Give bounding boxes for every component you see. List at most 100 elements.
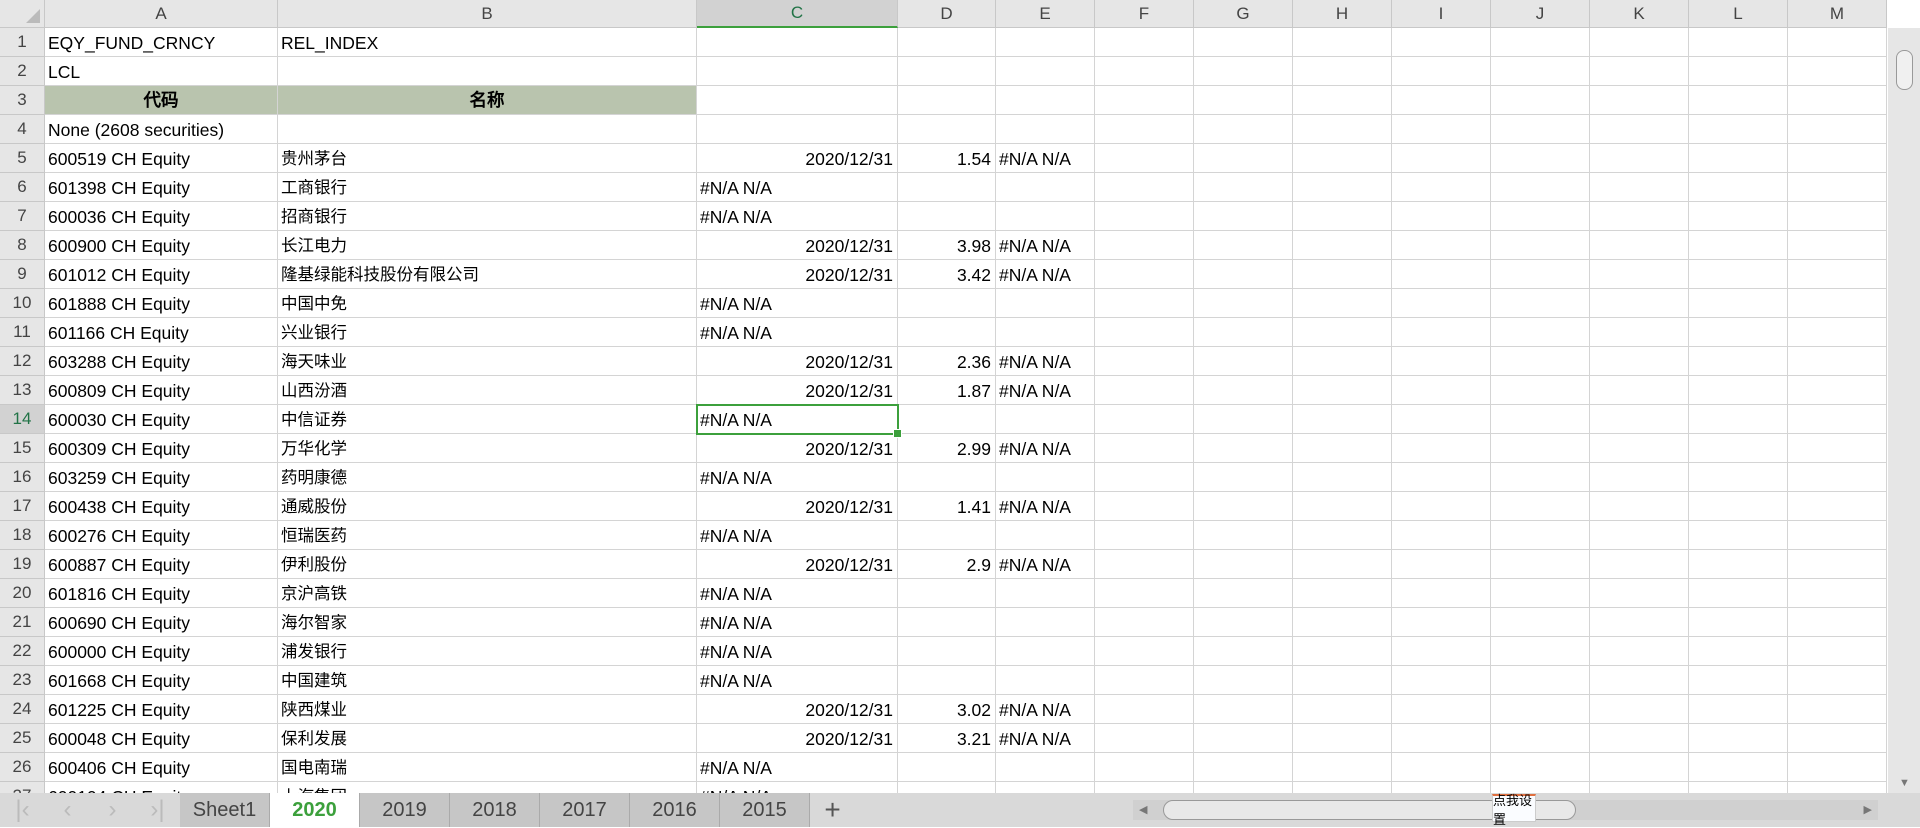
cell-J10[interactable]	[1491, 289, 1590, 318]
cell-K25[interactable]	[1590, 724, 1689, 753]
cell-I11[interactable]	[1392, 318, 1491, 347]
cell-I5[interactable]	[1392, 144, 1491, 173]
cell-B4[interactable]	[278, 115, 697, 144]
cell-B27[interactable]: 上汽集团	[278, 782, 697, 793]
cell-J9[interactable]	[1491, 260, 1590, 289]
cell-C24[interactable]: 2020/12/31	[697, 695, 898, 724]
cell-F3[interactable]	[1095, 86, 1194, 115]
cell-L6[interactable]	[1689, 173, 1788, 202]
cell-A1[interactable]: EQY_FUND_CRNCY	[45, 28, 278, 57]
cell-L26[interactable]	[1689, 753, 1788, 782]
vertical-scrollbar[interactable]: ▼	[1888, 28, 1920, 793]
cell-F10[interactable]	[1095, 289, 1194, 318]
column-header-B[interactable]: B	[278, 0, 697, 28]
cell-D17[interactable]: 1.41	[898, 492, 996, 521]
cell-C18[interactable]: #N/A N/A	[697, 521, 898, 550]
cell-L24[interactable]	[1689, 695, 1788, 724]
cell-C27[interactable]: #N/A N/A	[697, 782, 898, 793]
cell-E11[interactable]	[996, 318, 1095, 347]
cell-B7[interactable]: 招商银行	[278, 202, 697, 231]
cell-H17[interactable]	[1293, 492, 1392, 521]
column-header-L[interactable]: L	[1689, 0, 1788, 28]
cell-I16[interactable]	[1392, 463, 1491, 492]
cell-G19[interactable]	[1194, 550, 1293, 579]
cell-I17[interactable]	[1392, 492, 1491, 521]
cell-K13[interactable]	[1590, 376, 1689, 405]
cell-B10[interactable]: 中国中免	[278, 289, 697, 318]
cell-F8[interactable]	[1095, 231, 1194, 260]
column-header-G[interactable]: G	[1194, 0, 1293, 28]
cell-F2[interactable]	[1095, 57, 1194, 86]
cell-G14[interactable]	[1194, 405, 1293, 434]
cell-E19[interactable]: #N/A N/A	[996, 550, 1095, 579]
cell-H20[interactable]	[1293, 579, 1392, 608]
sheet-tab-2020[interactable]: 2020	[270, 793, 360, 827]
cell-B25[interactable]: 保利发展	[278, 724, 697, 753]
cell-L27[interactable]	[1689, 782, 1788, 793]
cell-D24[interactable]: 3.02	[898, 695, 996, 724]
cell-L3[interactable]	[1689, 86, 1788, 115]
cell-D12[interactable]: 2.36	[898, 347, 996, 376]
cell-F9[interactable]	[1095, 260, 1194, 289]
cell-J26[interactable]	[1491, 753, 1590, 782]
cell-F21[interactable]	[1095, 608, 1194, 637]
cell-H10[interactable]	[1293, 289, 1392, 318]
cell-D18[interactable]	[898, 521, 996, 550]
cell-C11[interactable]: #N/A N/A	[697, 318, 898, 347]
cell-L15[interactable]	[1689, 434, 1788, 463]
row-header[interactable]: 11	[0, 318, 45, 347]
cell-J7[interactable]	[1491, 202, 1590, 231]
cell-E2[interactable]	[996, 57, 1095, 86]
next-sheet-icon[interactable]: ›	[90, 793, 135, 827]
first-sheet-icon[interactable]: |‹	[0, 793, 45, 827]
cell-G15[interactable]	[1194, 434, 1293, 463]
cell-A14[interactable]: 600030 CH Equity	[45, 405, 278, 434]
cell-H27[interactable]	[1293, 782, 1392, 793]
column-header-E[interactable]: E	[996, 0, 1095, 28]
cell-A11[interactable]: 601166 CH Equity	[45, 318, 278, 347]
cell-E13[interactable]: #N/A N/A	[996, 376, 1095, 405]
cell-F22[interactable]	[1095, 637, 1194, 666]
cell-A9[interactable]: 601012 CH Equity	[45, 260, 278, 289]
cell-G18[interactable]	[1194, 521, 1293, 550]
cell-D2[interactable]	[898, 57, 996, 86]
cell-B5[interactable]: 贵州茅台	[278, 144, 697, 173]
cell-J18[interactable]	[1491, 521, 1590, 550]
cell-M17[interactable]	[1788, 492, 1887, 521]
cell-I14[interactable]	[1392, 405, 1491, 434]
cell-G4[interactable]	[1194, 115, 1293, 144]
cell-G10[interactable]	[1194, 289, 1293, 318]
cell-K3[interactable]	[1590, 86, 1689, 115]
cell-H18[interactable]	[1293, 521, 1392, 550]
cell-E21[interactable]	[996, 608, 1095, 637]
cell-H8[interactable]	[1293, 231, 1392, 260]
cell-J25[interactable]	[1491, 724, 1590, 753]
cell-G24[interactable]	[1194, 695, 1293, 724]
row-header[interactable]: 14	[0, 405, 45, 434]
cell-J16[interactable]	[1491, 463, 1590, 492]
cell-C19[interactable]: 2020/12/31	[697, 550, 898, 579]
cell-B13[interactable]: 山西汾酒	[278, 376, 697, 405]
cell-E5[interactable]: #N/A N/A	[996, 144, 1095, 173]
column-header-F[interactable]: F	[1095, 0, 1194, 28]
cell-J4[interactable]	[1491, 115, 1590, 144]
column-header-M[interactable]: M	[1788, 0, 1887, 28]
cell-C3[interactable]	[697, 86, 898, 115]
cell-J14[interactable]	[1491, 405, 1590, 434]
cell-A22[interactable]: 600000 CH Equity	[45, 637, 278, 666]
cell-I9[interactable]	[1392, 260, 1491, 289]
cell-E15[interactable]: #N/A N/A	[996, 434, 1095, 463]
cell-M6[interactable]	[1788, 173, 1887, 202]
column-header-I[interactable]: I	[1392, 0, 1491, 28]
cell-K16[interactable]	[1590, 463, 1689, 492]
cell-A8[interactable]: 600900 CH Equity	[45, 231, 278, 260]
cell-J11[interactable]	[1491, 318, 1590, 347]
cell-H12[interactable]	[1293, 347, 1392, 376]
column-header-C[interactable]: C	[697, 0, 898, 28]
cell-M4[interactable]	[1788, 115, 1887, 144]
cell-K26[interactable]	[1590, 753, 1689, 782]
cell-B24[interactable]: 陕西煤业	[278, 695, 697, 724]
row-header[interactable]: 27	[0, 782, 45, 793]
cell-M23[interactable]	[1788, 666, 1887, 695]
cell-G27[interactable]	[1194, 782, 1293, 793]
